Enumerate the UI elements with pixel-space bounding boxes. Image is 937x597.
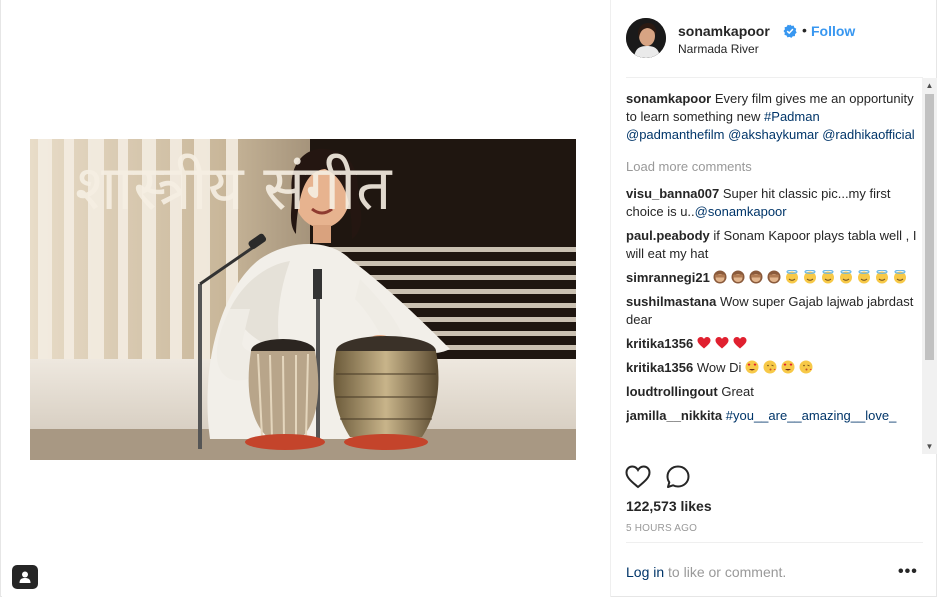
more-options-icon[interactable]: ••• [898,563,918,581]
header-separator: • [802,22,807,38]
see-no-evil-monkey-icon [749,270,763,284]
comment-item: sushilmastana Wow super Gajab lajwab jab… [626,293,918,329]
like-heart-icon[interactable] [625,464,651,490]
smiling-halo-icon [876,270,889,284]
comment-mention[interactable]: #you__are__amazing__love_ [726,408,897,423]
caption-username[interactable]: sonamkapoor [626,91,711,106]
login-link[interactable]: Log in [626,564,664,580]
see-no-evil-monkey-icon [731,270,745,284]
comment-username[interactable]: simrannegi21 [626,270,710,285]
comment-bubble-icon[interactable] [665,464,691,490]
post-sidebar: sonamkapoor • Follow Narmada River sonam… [610,0,937,597]
scroll-up-arrow-icon[interactable]: ▲ [922,78,937,93]
comment-item: kritika1356 Wow Di [626,359,918,377]
load-more-comments-button[interactable]: Load more comments [626,158,918,176]
smiling-halo-icon [894,270,907,284]
comment-item: visu_banna007 Super hit classic pic...my… [626,185,918,221]
avatar-photo [626,18,666,58]
comments-scrollbar[interactable]: ▲ ▼ [922,78,937,454]
kiss-face-icon [763,360,777,374]
scroll-down-arrow-icon[interactable]: ▼ [922,439,937,454]
comment-username[interactable]: kritika1356 [626,336,693,351]
comment-item: loudtrollingout Great [626,383,918,401]
login-prompt-text: to like or comment. [664,564,787,580]
location-link[interactable]: Narmada River [678,42,759,56]
backdrop-text: शास्त्रीय संगीत [75,151,393,224]
caption-tag[interactable]: @padmanthefilm [626,127,724,142]
likes-count[interactable]: 122,573 likes [626,498,712,514]
smiling-halo-icon [786,270,799,284]
comment-item: kritika1356 [626,335,918,353]
follow-button[interactable]: Follow [811,23,855,39]
comment-emojis [713,270,911,285]
post-photo[interactable]: शास्त्रीय संगीत [30,139,576,460]
smiling-halo-icon [858,270,871,284]
post-timestamp[interactable]: 5 HOURS AGO [626,523,697,534]
scroll-thumb[interactable] [925,94,934,360]
comment-username[interactable]: paul.peabody [626,228,710,243]
comment-username[interactable]: kritika1356 [626,360,693,375]
red-heart-icon [733,337,747,349]
see-no-evil-monkey-icon [767,270,781,284]
comment-mention[interactable]: @sonamkapoor [695,204,787,219]
kiss-face-icon [799,360,813,374]
caption-tag[interactable]: @radhikaofficial [822,127,914,142]
smiling-halo-icon [804,270,817,284]
comment-item: paul.peabody if Sonam Kapoor plays tabla… [626,227,918,263]
comment-text: Wow Di [696,360,742,375]
avatar[interactable] [626,18,666,58]
heart-eyes-icon [781,360,795,374]
header-username[interactable]: sonamkapoor [678,23,770,39]
comment-username[interactable]: loudtrollingout [626,384,718,399]
tagged-user-button[interactable] [12,565,38,589]
red-heart-icon [697,337,711,349]
caption-tag[interactable]: #Padman [764,109,820,124]
comment-item: jamilla__nikkita #you__are__amazing__lov… [626,407,918,425]
media-pane: शास्त्रीय संगीत [2,0,610,597]
comment-username[interactable]: sushilmastana [626,294,716,309]
comment-emojis [697,336,751,351]
user-icon [19,571,31,583]
red-heart-icon [715,337,729,349]
smiling-halo-icon [822,270,835,284]
photo-illustration: शास्त्रीय संगीत [30,139,576,460]
caption-tag[interactable]: @akshaykumar [728,127,819,142]
caption: sonamkapoor Every film gives me an oppor… [626,90,918,144]
post-window: शास्त्रीय संगीत sonamkapoor • Follow Nar… [0,0,937,597]
login-prompt: Log in to like or comment. [626,564,786,580]
post-header: sonamkapoor • Follow Narmada River [626,18,923,78]
comments-list[interactable]: sonamkapoor Every film gives me an oppor… [626,90,918,454]
comment-item: simrannegi21 [626,269,918,287]
see-no-evil-monkey-icon [713,270,727,284]
comment-emojis [745,360,817,375]
heart-eyes-icon [745,360,759,374]
comment-username[interactable]: jamilla__nikkita [626,408,722,423]
comment-login-bar: Log in to like or comment. ••• [626,542,923,597]
comment-username[interactable]: visu_banna007 [626,186,719,201]
comment-text: Great [721,384,754,399]
verified-badge-icon [783,24,797,38]
smiling-halo-icon [840,270,853,284]
